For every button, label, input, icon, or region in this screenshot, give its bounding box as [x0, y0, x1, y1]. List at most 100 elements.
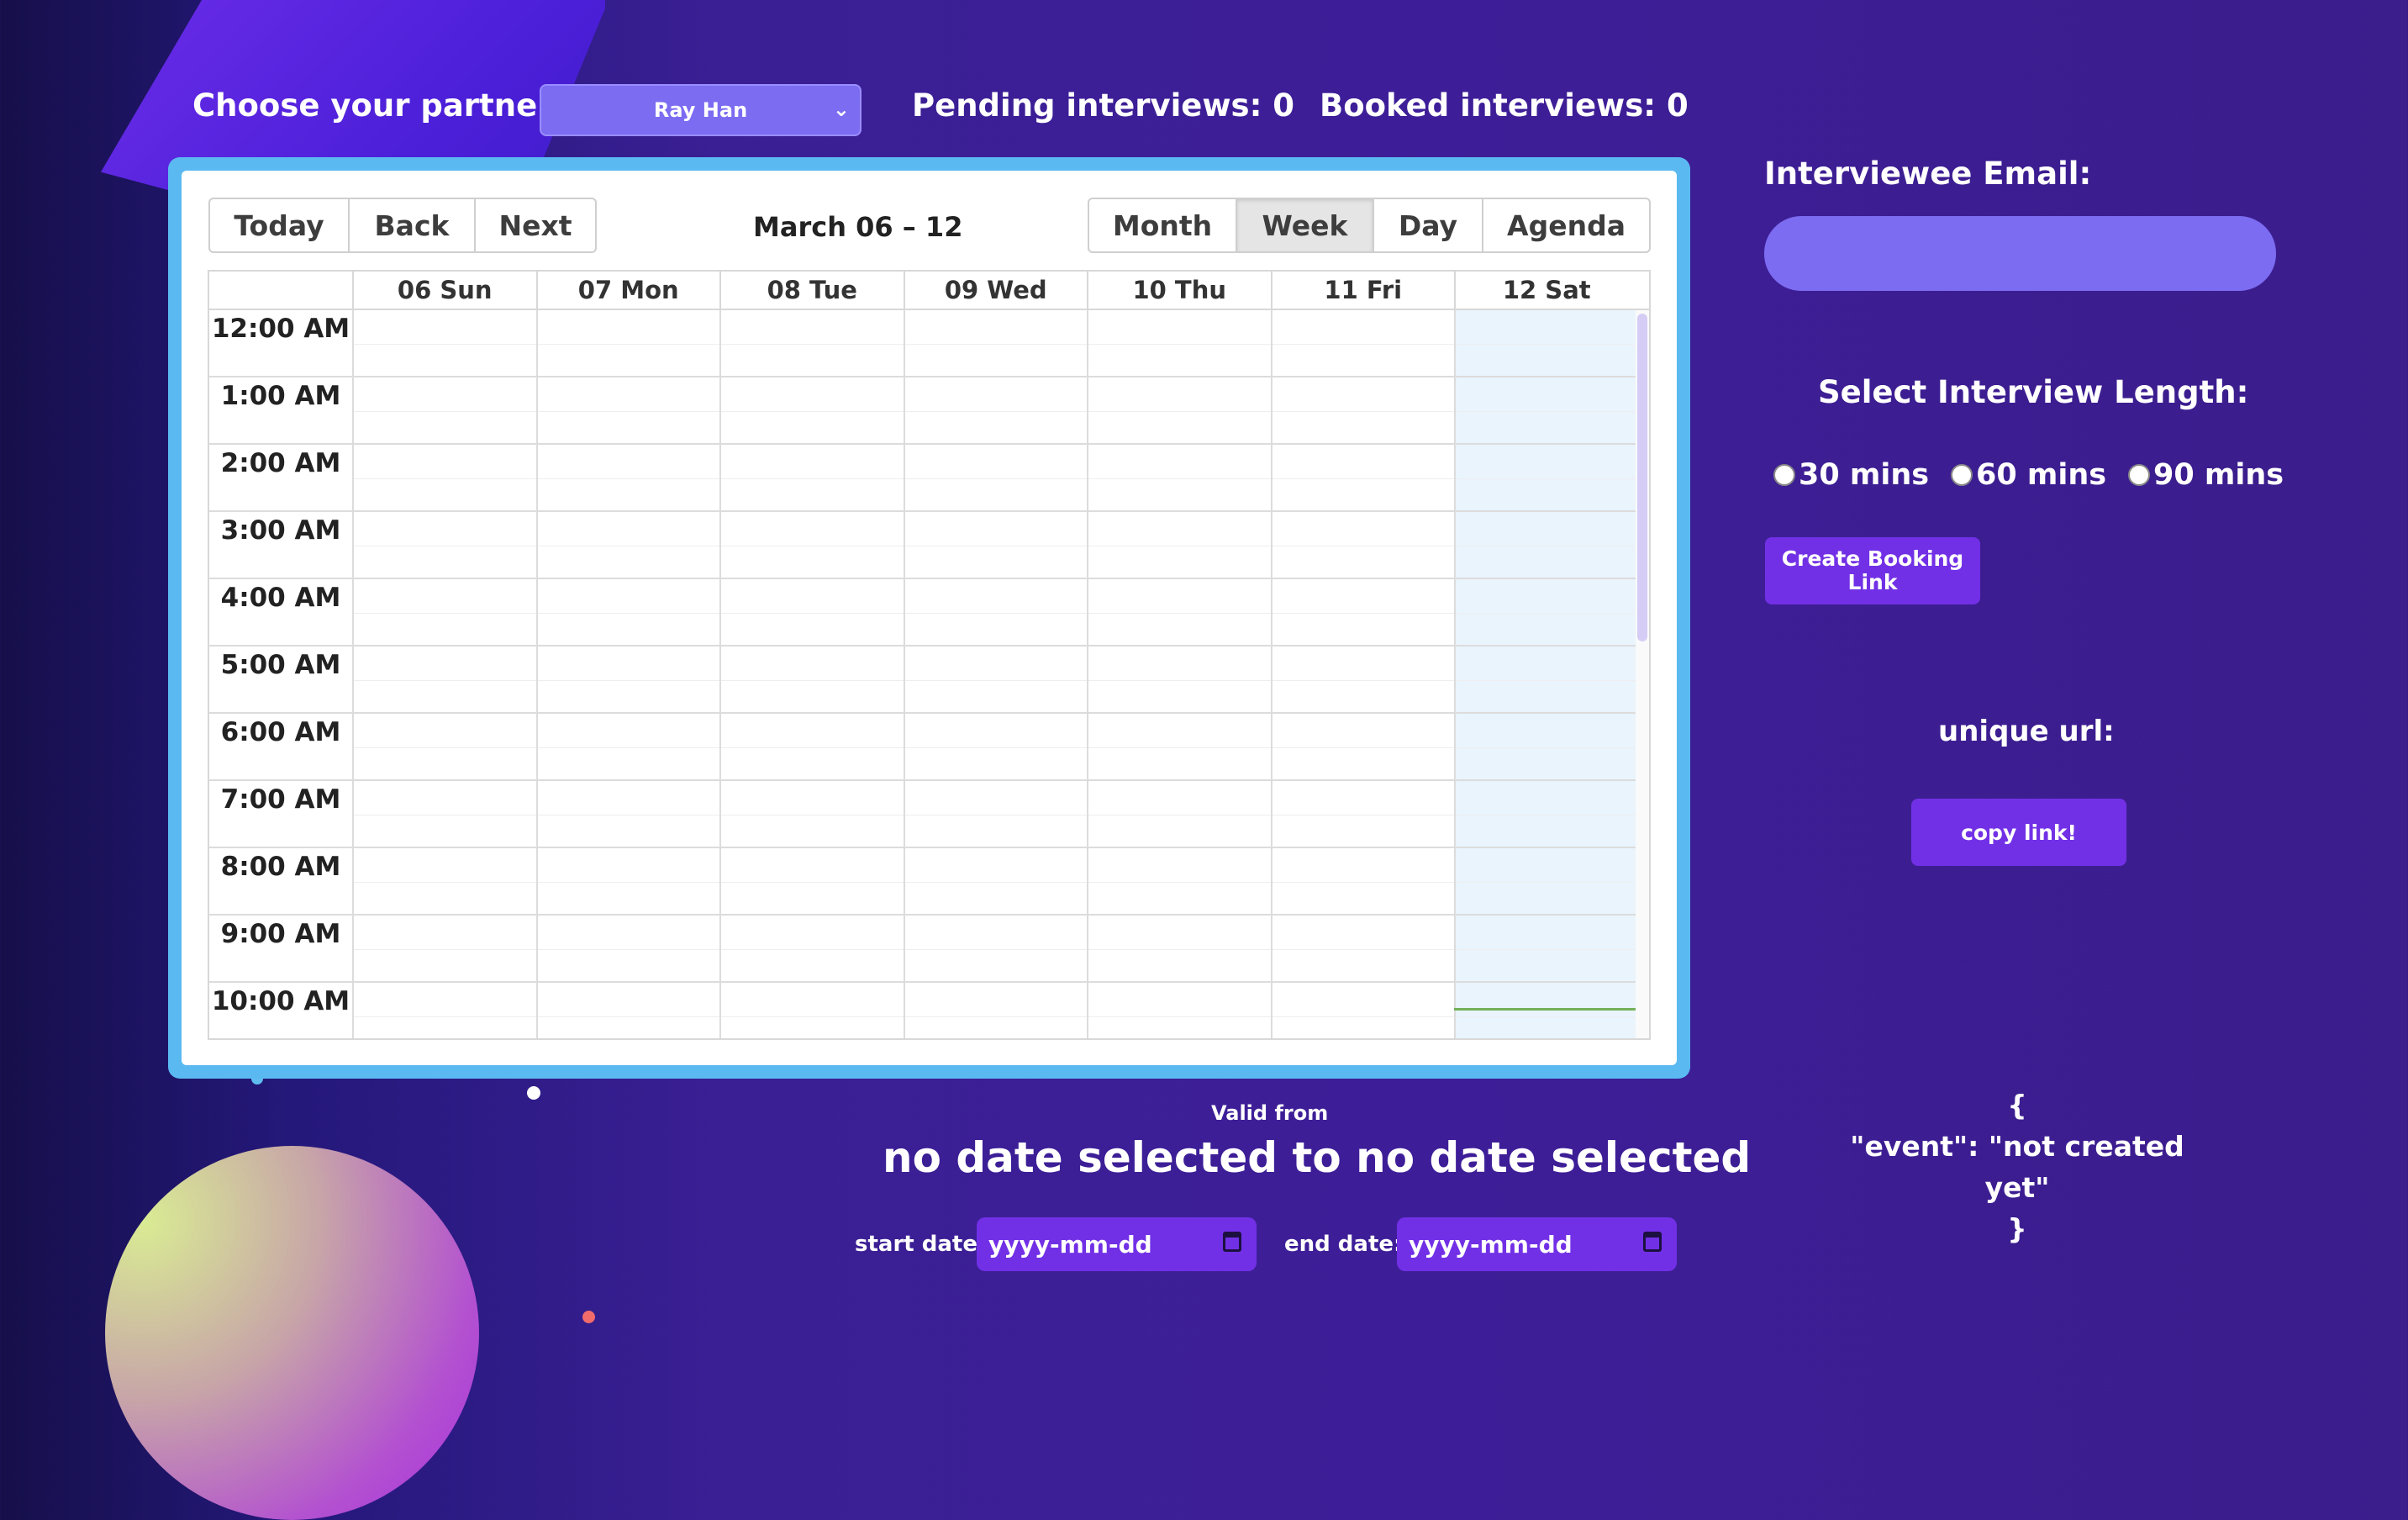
length-option-90[interactable]: 90 mins [2128, 458, 2284, 492]
half-hour-divider [352, 478, 1636, 479]
time-label: 2:00 AM [220, 448, 341, 478]
json-close-brace: } [2007, 1212, 2027, 1245]
half-hour-divider [352, 747, 1636, 748]
interview-length-label: Select Interview Length: [1818, 374, 2249, 410]
half-hour-divider [352, 344, 1636, 345]
time-label: 7:00 AM [220, 784, 341, 815]
copy-link-button[interactable]: copy link! [1911, 799, 2126, 866]
time-label: 9:00 AM [220, 919, 341, 949]
calendar-frame: Today Back Next March 06 – 12 Month Week… [168, 157, 1690, 1079]
day-column-divider [352, 310, 354, 1038]
half-hour-divider [352, 949, 1636, 950]
day-header[interactable]: 07 Mon [535, 272, 720, 309]
date-range-title: March 06 – 12 [753, 211, 963, 243]
start-date-placeholder: yyyy-mm-dd [988, 1230, 1152, 1259]
json-open-brace: { [2007, 1089, 2027, 1122]
decorative-sphere [105, 1146, 479, 1520]
time-slot-row[interactable]: 7:00 AM [209, 781, 1649, 848]
radio-button[interactable] [1951, 464, 1973, 486]
scrollbar-thumb[interactable] [1637, 314, 1647, 641]
day-header[interactable]: 11 Fri [1270, 272, 1455, 309]
chevron-down-icon: ⌄ [832, 98, 850, 121]
validity-summary: no date selected to no date selected [883, 1133, 1752, 1182]
calendar-icon[interactable] [1643, 1232, 1662, 1252]
time-slot-row[interactable]: 4:00 AM [209, 579, 1649, 647]
time-label: 5:00 AM [220, 650, 341, 680]
month-view-button[interactable]: Month [1089, 199, 1237, 251]
time-label: 8:00 AM [220, 852, 341, 882]
create-booking-link-button[interactable]: Create Booking Link [1765, 537, 1980, 604]
day-header[interactable]: 08 Tue [719, 272, 904, 309]
day-column-divider [903, 310, 905, 1038]
radio-button[interactable] [1773, 464, 1795, 486]
start-date-label: start date: [855, 1232, 987, 1257]
time-label: 12:00 AM [211, 314, 350, 344]
time-slot-row[interactable]: 6:00 AM [209, 714, 1649, 781]
interviewee-email-field[interactable] [1764, 216, 2276, 291]
time-slot-row[interactable]: 2:00 AM [209, 445, 1649, 512]
length-option-label: 60 mins [1976, 458, 2107, 492]
half-hour-divider [352, 411, 1636, 412]
json-event-line: "event": "not created yet" [1850, 1130, 2184, 1204]
end-date-label: end date: [1284, 1232, 1403, 1257]
time-slot-row[interactable]: 12:00 AM [209, 310, 1649, 377]
time-slot-row[interactable]: 3:00 AM [209, 512, 1649, 579]
time-label: 10:00 AM [211, 986, 350, 1016]
half-hour-divider [352, 882, 1636, 883]
length-option-60[interactable]: 60 mins [1951, 458, 2106, 492]
day-header[interactable]: 09 Wed [903, 272, 1088, 309]
day-header[interactable]: 12 Sat [1454, 272, 1638, 309]
day-column-divider [1454, 310, 1456, 1038]
unique-url-label: unique url: [1938, 715, 2115, 748]
time-slot-row[interactable]: 8:00 AM [209, 848, 1649, 916]
day-header[interactable]: 06 Sun [352, 272, 536, 309]
scrollbar[interactable] [1636, 310, 1649, 1038]
start-date-input[interactable]: yyyy-mm-dd [977, 1217, 1257, 1271]
next-button[interactable]: Next [476, 199, 595, 251]
time-slot-row[interactable]: 9:00 AM [209, 916, 1649, 983]
calendar-icon[interactable] [1223, 1232, 1241, 1252]
day-column-divider [719, 310, 721, 1038]
valid-from-label: Valid from [1211, 1101, 1329, 1125]
week-grid-header: 06 Sun 07 Mon 08 Tue 09 Wed 10 Thu 11 Fri 12 S… [209, 272, 1649, 310]
interviewee-email-label: Interviewee Email: [1764, 156, 2092, 192]
week-grid: 06 Sun 07 Mon 08 Tue 09 Wed 10 Thu 11 Fri 12 S… [208, 270, 1651, 1040]
day-column-divider [535, 310, 538, 1038]
time-label: 1:00 AM [220, 381, 341, 411]
partner-select[interactable]: Ray Han ⌄ [540, 84, 862, 136]
radio-button[interactable] [2128, 464, 2150, 486]
length-option-label: 30 mins [1799, 458, 1930, 492]
event-json-output: { "event": "not created yet" } [1849, 1085, 2185, 1249]
partner-select-value: Ray Han [653, 98, 748, 122]
time-label: 4:00 AM [220, 583, 341, 613]
agenda-view-button[interactable]: Agenda [1483, 199, 1649, 251]
booked-interviews-count: Booked interviews: 0 [1320, 87, 1689, 124]
calendar-view-group: Month Week Day Agenda [1088, 198, 1651, 253]
decorative-dot [527, 1086, 540, 1100]
day-column-divider [1087, 310, 1088, 1038]
current-time-indicator [1454, 1008, 1638, 1011]
time-slot-row[interactable]: 10:00 AM [209, 983, 1649, 1038]
time-label: 3:00 AM [220, 515, 341, 546]
calendar-nav-group: Today Back Next [208, 198, 597, 253]
today-button[interactable]: Today [210, 199, 350, 251]
half-hour-divider [352, 680, 1636, 681]
time-slot-row[interactable]: 5:00 AM [209, 647, 1649, 714]
calendar: Today Back Next March 06 – 12 Month Week… [182, 171, 1677, 1065]
end-date-input[interactable]: yyyy-mm-dd [1397, 1217, 1677, 1271]
back-button[interactable]: Back [350, 199, 476, 251]
end-date-placeholder: yyyy-mm-dd [1409, 1230, 1573, 1259]
time-label: 6:00 AM [220, 717, 341, 747]
choose-partner-label: Choose your partner: [192, 87, 566, 124]
half-hour-divider [352, 1016, 1636, 1017]
day-header[interactable]: 10 Thu [1087, 272, 1271, 309]
pending-interviews-count: Pending interviews: 0 [912, 87, 1295, 124]
week-grid-body: 12:00 AM 1:00 AM 2:00 AM 3:00 AM 4:00 AM 5:00… [209, 310, 1649, 1038]
length-option-label: 90 mins [2153, 458, 2284, 492]
time-slot-row[interactable]: 1:00 AM [209, 377, 1649, 445]
day-column-divider [1270, 310, 1272, 1038]
decorative-dot [582, 1311, 595, 1323]
length-option-30[interactable]: 30 mins [1773, 458, 1929, 492]
day-view-button[interactable]: Day [1374, 199, 1483, 251]
week-view-button[interactable]: Week [1237, 199, 1374, 251]
